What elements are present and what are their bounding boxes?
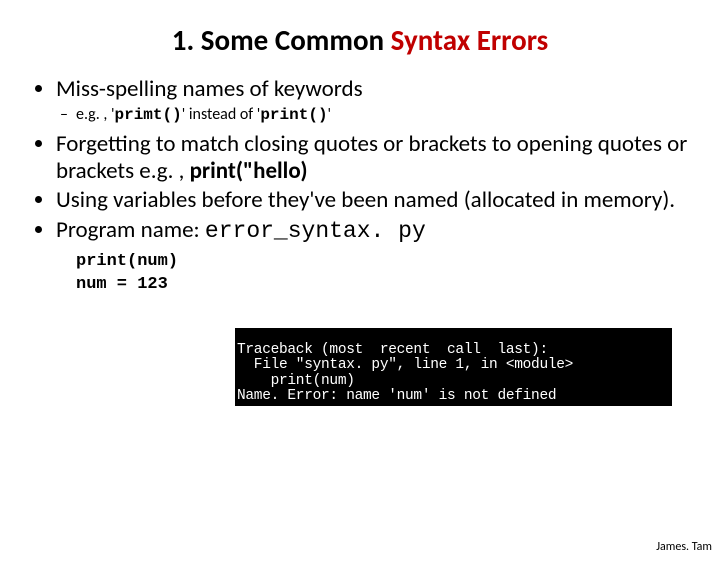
code-inline: primt(): [115, 106, 182, 124]
footer-author: James. Tam: [656, 540, 712, 554]
terminal-line: File "syntax. py", line 1, in <module>: [237, 357, 573, 373]
code-block: print(num) num = 123: [76, 251, 698, 297]
terminal-line: Traceback (most recent call last):: [237, 342, 548, 358]
sub-text: ': [328, 105, 332, 124]
bullet-item: Miss-spelling names of keywords e.g. , '…: [56, 76, 698, 125]
terminal-line: Name. Error: name 'num' is not defined: [237, 388, 556, 404]
bullet-text: Forgetting to match closing quotes or br…: [56, 130, 687, 185]
slide: 1. Some Common Syntax Errors Miss-spelli…: [0, 22, 720, 562]
content-area: Miss-spelling names of keywords e.g. , '…: [0, 76, 720, 297]
bullet-text: Miss-spelling names of keywords: [56, 75, 363, 103]
code-line: print(num): [76, 251, 698, 274]
sub-bullet-item: e.g. , 'primt()' instead of 'print()': [76, 105, 698, 125]
bullet-list: Miss-spelling names of keywords e.g. , '…: [30, 76, 698, 245]
terminal-line: [237, 328, 565, 343]
title-prefix: Some Common: [201, 22, 391, 58]
code-line: num = 123: [76, 274, 698, 297]
bullet-item: Using variables before they've been name…: [56, 187, 698, 214]
bullet-text: Using variables before they've been name…: [56, 186, 675, 214]
slide-title: 1. Some Common Syntax Errors: [0, 22, 720, 58]
sub-text: ' instead of ': [182, 105, 261, 124]
bullet-text: Program name:: [56, 216, 205, 244]
sub-bullet-list: e.g. , 'primt()' instead of 'print()': [56, 105, 698, 125]
bold-text: print("hello): [190, 157, 308, 185]
terminal-output: Traceback (most recent call last): File …: [235, 328, 672, 406]
sub-text: e.g. , ': [76, 105, 115, 124]
terminal-line: print(num): [237, 373, 355, 389]
title-highlight: Syntax Errors: [391, 22, 549, 58]
bullet-item: Forgetting to match closing quotes or br…: [56, 131, 698, 185]
title-number: 1.: [172, 22, 194, 58]
code-inline: error_syntax. py: [205, 218, 426, 244]
bullet-item: Program name: error_syntax. py: [56, 217, 698, 245]
code-inline: print(): [260, 106, 327, 124]
